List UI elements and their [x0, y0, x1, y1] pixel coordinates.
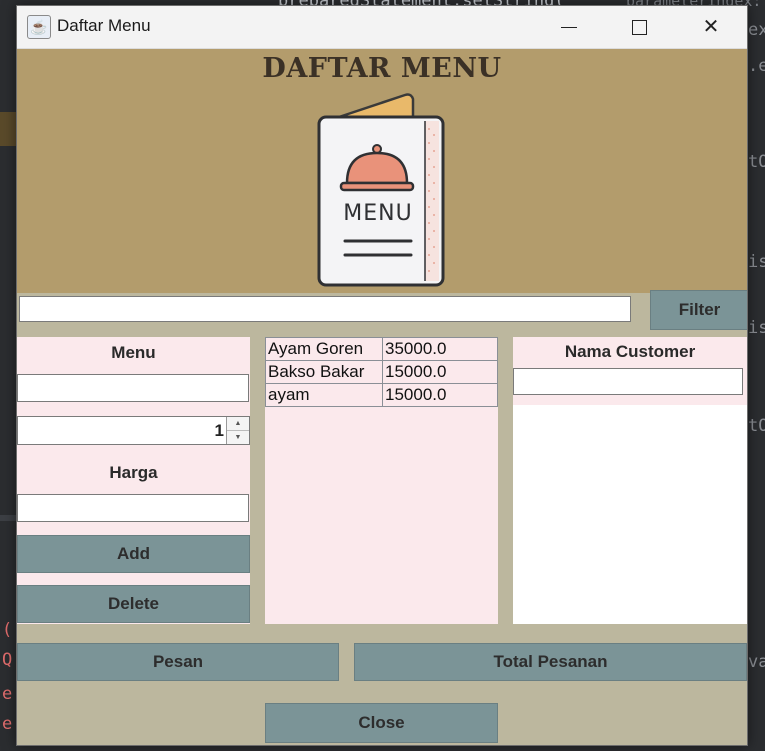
menu-price-cell[interactable]: 15000.0 [382, 383, 498, 407]
close-window-button[interactable]: ✕ [677, 6, 745, 48]
stepper-buttons: ▲ ▼ [226, 417, 249, 444]
total-pesanan-button[interactable]: Total Pesanan [354, 643, 747, 681]
search-input[interactable] [19, 296, 631, 322]
minimize-icon [561, 27, 577, 29]
ide-code-fragment: e [2, 684, 13, 704]
ide-code-fragment: is [748, 252, 765, 272]
ide-code-fragment: .e [748, 56, 765, 76]
stepper-up-icon[interactable]: ▲ [227, 417, 249, 431]
ide-code-fragment: tO [748, 152, 765, 172]
ide-code-fragment: va [748, 652, 765, 672]
menu-price-cell[interactable]: 15000.0 [382, 360, 498, 384]
menu-table-panel: Ayam Goren 35000.0 Bakso Bakar 15000.0 a… [265, 337, 498, 624]
ide-bar [0, 515, 16, 521]
menu-book-icon: MENU [317, 93, 445, 287]
minimize-button[interactable] [535, 6, 603, 48]
add-button[interactable]: Add [17, 535, 250, 573]
harga-field[interactable] [17, 494, 249, 522]
page-title: DAFTAR MENU [262, 53, 502, 84]
title-bar[interactable]: ☕ Daftar Menu ✕ [17, 6, 747, 49]
window-title: Daftar Menu [57, 16, 151, 35]
ide-code-fragment: Q [2, 650, 13, 670]
filter-button[interactable]: Filter [650, 290, 747, 330]
stepper-down-icon[interactable]: ▼ [227, 431, 249, 444]
ide-code-fragment: e [2, 714, 13, 734]
maximize-button[interactable] [605, 6, 673, 48]
ide-code-fragment: ex: [748, 20, 765, 40]
close-button[interactable]: Close [265, 703, 498, 743]
menu-price-cell[interactable]: 35000.0 [382, 337, 498, 361]
customer-panel: Nama Customer [513, 337, 747, 624]
table-row[interactable]: Bakso Bakar 15000.0 [265, 360, 498, 384]
ide-code-fragment: tO [748, 416, 765, 436]
harga-label: Harga [109, 463, 158, 482]
quantity-stepper[interactable]: 1 ▲ ▼ [17, 416, 250, 445]
daftar-menu-window: ☕ Daftar Menu ✕ DAFTAR MENU MENU Filter … [16, 5, 748, 746]
customer-header: Nama Customer [513, 337, 747, 405]
header-panel: DAFTAR MENU MENU [17, 49, 747, 293]
quantity-value: 1 [214, 421, 224, 440]
table-row[interactable]: Ayam Goren 35000.0 [265, 337, 498, 361]
maximize-icon [631, 20, 647, 36]
customer-label: Nama Customer [564, 342, 696, 361]
menu-name-cell[interactable]: ayam [265, 383, 383, 407]
menu-label: Menu [111, 343, 156, 362]
menu-illustration-text: MENU [343, 201, 412, 226]
customer-name-field[interactable] [513, 368, 743, 395]
menu-name-field[interactable] [17, 374, 249, 402]
menu-table: Ayam Goren 35000.0 Bakso Bakar 15000.0 a… [265, 337, 498, 407]
table-row[interactable]: ayam 15000.0 [265, 383, 498, 407]
ide-code-fragment: ( [2, 620, 13, 640]
menu-name-cell[interactable]: Ayam Goren [265, 337, 383, 361]
menu-name-cell[interactable]: Bakso Bakar [265, 360, 383, 384]
ide-code-fragment: is [748, 318, 765, 338]
java-coffee-icon: ☕ [27, 15, 51, 39]
menu-form-panel: Menu 1 ▲ ▼ Harga Add Delete [17, 337, 250, 624]
delete-button[interactable]: Delete [17, 585, 250, 623]
ide-highlight-strip [0, 112, 16, 146]
pesan-button[interactable]: Pesan [17, 643, 339, 681]
